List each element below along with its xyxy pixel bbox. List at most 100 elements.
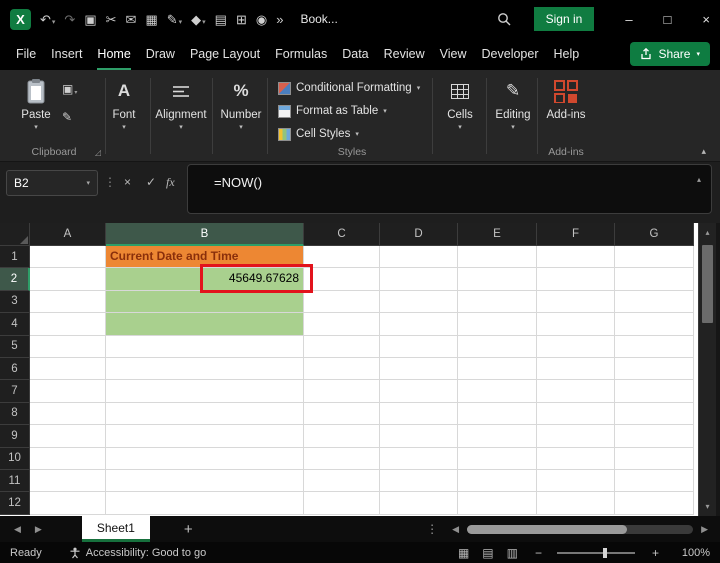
cell-g7[interactable] [615, 380, 694, 403]
cell-f4[interactable] [537, 313, 615, 336]
cell-d5[interactable] [380, 335, 458, 358]
cell-a4[interactable] [30, 313, 106, 336]
table-icon[interactable]: ▦ [145, 13, 157, 26]
document-icon[interactable]: ▤ [215, 13, 227, 26]
cell-a12[interactable] [30, 492, 106, 515]
cell-a1[interactable] [30, 246, 106, 269]
scroll-up-icon[interactable]: ▴ [699, 228, 716, 237]
addins-button[interactable]: Add-ins [538, 75, 594, 121]
cell-c11[interactable] [304, 469, 380, 493]
cell-e4[interactable] [458, 313, 537, 336]
cell-f3[interactable] [537, 290, 615, 314]
collapse-ribbon-icon[interactable]: ▴ [701, 146, 706, 157]
sheet-prev-icon[interactable]: ◀ [14, 524, 21, 535]
dialog-launcher-icon[interactable]: ◿ [95, 148, 101, 157]
cell-b3[interactable] [106, 290, 304, 314]
search-icon[interactable] [497, 12, 511, 26]
format-as-table-button[interactable]: Format as Table ▾ [278, 101, 387, 121]
cell-a10[interactable] [30, 447, 106, 470]
horizontal-scrollbar[interactable] [467, 524, 694, 534]
cell-d4[interactable] [380, 313, 458, 336]
add-sheet-button[interactable]: + [184, 521, 193, 538]
cell-b8[interactable] [106, 402, 304, 426]
cell-g9[interactable] [615, 425, 694, 448]
view-page-layout-icon[interactable]: ▤ [482, 546, 493, 560]
cell-e3[interactable] [458, 290, 537, 314]
column-header-g[interactable]: G [615, 223, 694, 246]
row-header-4[interactable]: 4 [0, 313, 30, 336]
row-header-9[interactable]: 9 [0, 425, 30, 448]
cell-a5[interactable] [30, 335, 106, 358]
number-button[interactable]: % Number ▾ [213, 75, 269, 131]
sheet-next-icon[interactable]: ▶ [35, 524, 42, 535]
row-header-7[interactable]: 7 [0, 380, 30, 403]
cell-f10[interactable] [537, 447, 615, 470]
cell-d3[interactable] [380, 290, 458, 314]
scroll-down-icon[interactable]: ▾ [699, 502, 716, 511]
select-all-corner[interactable] [0, 223, 30, 246]
cell-e6[interactable] [458, 357, 537, 381]
name-box[interactable]: B2 ▾ [6, 170, 98, 196]
cell-d8[interactable] [380, 402, 458, 426]
cell-b7[interactable] [106, 380, 304, 403]
cell-d9[interactable] [380, 425, 458, 448]
cell-f5[interactable] [537, 335, 615, 358]
formula-bar-dots-icon[interactable]: ⋮ [104, 175, 116, 189]
cell-f8[interactable] [537, 402, 615, 426]
row-header-3[interactable]: 3 [0, 290, 30, 314]
excel-logo-icon[interactable]: X [10, 8, 31, 30]
tab-file[interactable]: File [16, 38, 36, 70]
merge-icon[interactable]: ⊞ [236, 13, 247, 26]
cell-styles-button[interactable]: Cell Styles ▾ [278, 124, 359, 144]
cell-g12[interactable] [615, 492, 694, 515]
close-button[interactable]: × [702, 12, 710, 27]
cell-f9[interactable] [537, 425, 615, 448]
cell-g2[interactable] [615, 268, 694, 291]
cell-d12[interactable] [380, 492, 458, 515]
row-header-5[interactable]: 5 [0, 335, 30, 358]
cell-c8[interactable] [304, 402, 380, 426]
cell-b11[interactable] [106, 469, 304, 493]
row-header-1[interactable]: 1 [0, 246, 30, 269]
tab-insert[interactable]: Insert [51, 38, 82, 70]
cell-e9[interactable] [458, 425, 537, 448]
column-header-c[interactable]: C [304, 223, 380, 246]
cell-c4[interactable] [304, 313, 380, 336]
zoom-in-button[interactable]: + [652, 546, 659, 560]
view-normal-icon[interactable]: ▦ [458, 546, 469, 560]
paste-button[interactable]: Paste ▾ [14, 75, 58, 131]
tab-formulas[interactable]: Formulas [275, 38, 327, 70]
cell-b9[interactable] [106, 425, 304, 448]
row-header-12[interactable]: 12 [0, 492, 30, 515]
copy-icon[interactable]: ▣ [84, 13, 96, 26]
cell-e7[interactable] [458, 380, 537, 403]
editing-button[interactable]: ✎ Editing ▾ [487, 75, 539, 131]
cell-b5[interactable] [106, 335, 304, 358]
cut-icon[interactable]: ✂ [106, 13, 117, 26]
cell-e2[interactable] [458, 268, 537, 291]
cell-g6[interactable] [615, 357, 694, 381]
conditional-formatting-button[interactable]: Conditional Formatting ▾ [278, 78, 420, 98]
cell-f7[interactable] [537, 380, 615, 403]
cell-d10[interactable] [380, 447, 458, 470]
sheetbar-dots-icon[interactable]: ⋮ [426, 522, 438, 536]
cell-c2[interactable] [304, 268, 380, 291]
enter-icon[interactable]: ✓ [146, 175, 156, 189]
hscroll-right-icon[interactable]: ▶ [701, 524, 708, 535]
cell-a11[interactable] [30, 469, 106, 493]
insert-function-icon[interactable]: fx [166, 175, 175, 190]
cell-a9[interactable] [30, 425, 106, 448]
alignment-button[interactable]: Alignment ▾ [151, 75, 211, 131]
tab-home[interactable]: Home [97, 38, 131, 70]
sheet-tab-sheet1[interactable]: Sheet1 [81, 516, 150, 542]
cell-c9[interactable] [304, 425, 380, 448]
zoom-slider-thumb[interactable] [602, 547, 607, 558]
cell-d2[interactable] [380, 268, 458, 291]
cell-d11[interactable] [380, 469, 458, 493]
cell-e10[interactable] [458, 447, 537, 470]
cell-b12[interactable] [106, 492, 304, 515]
cell-c6[interactable] [304, 357, 380, 381]
formula-bar-expand-icon[interactable]: ▴ [697, 175, 701, 184]
toolbar-overflow-icon[interactable]: » [276, 13, 283, 26]
tab-review[interactable]: Review [384, 38, 425, 70]
